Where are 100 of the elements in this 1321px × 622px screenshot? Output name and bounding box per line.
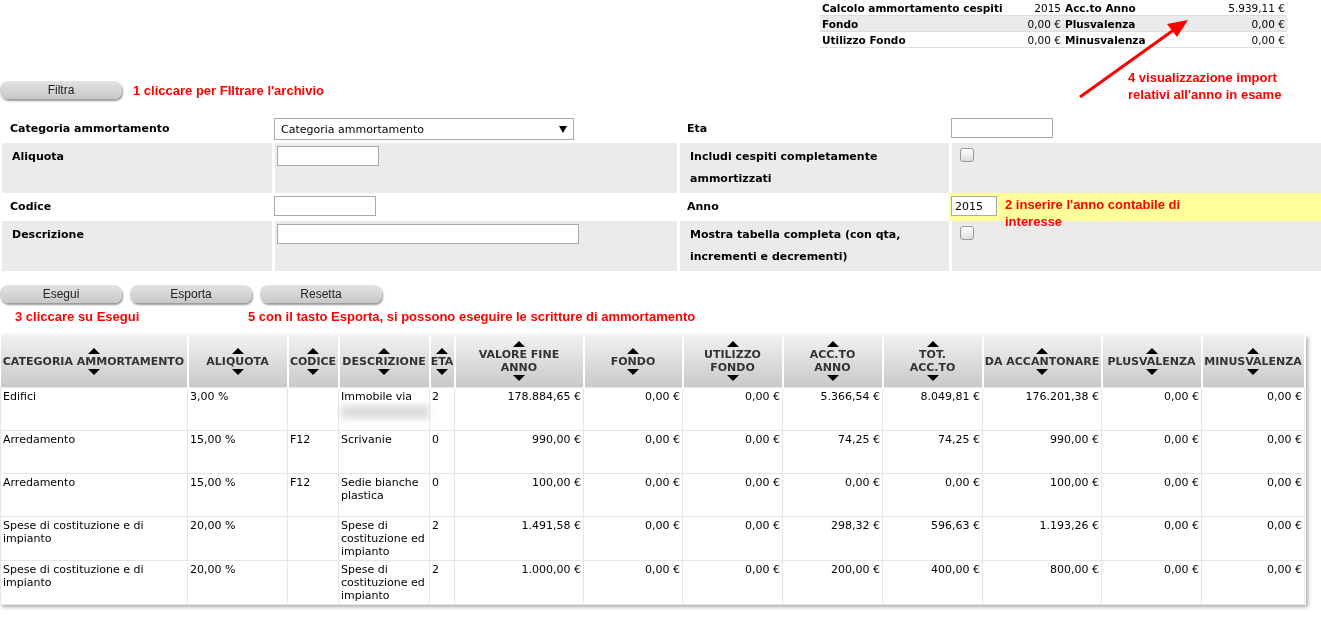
table-cell: 0,00 € (645, 433, 680, 446)
summary-value: 0,00 € (1025, 31, 1063, 48)
table-cell: 0,00 € (745, 433, 780, 446)
table-cell: 0,00 € (1267, 433, 1302, 446)
table-cell: 100,00 € (1050, 476, 1099, 489)
table-cell: 3,00 % (190, 390, 229, 403)
sort-up-icon[interactable] (87, 347, 100, 354)
table-cell: 0,00 € (1267, 476, 1302, 489)
sort-up-icon[interactable] (231, 347, 244, 354)
table-cell: 20,00 % (190, 519, 236, 532)
table-cell: 0,00 € (1267, 519, 1302, 532)
table-cell: 5.366,54 € (820, 390, 880, 403)
input-field[interactable] (277, 224, 579, 244)
table-cell: 15,00 % (190, 476, 236, 489)
field-label: Includi cespiti completamente ammortizzati (690, 149, 879, 187)
table-cell: 0,00 € (645, 390, 680, 403)
table-cell: 176.201,38 € (1025, 390, 1099, 403)
sort-up-icon[interactable] (826, 341, 839, 347)
input-field[interactable]: 2015 (951, 196, 997, 216)
sort-down-icon[interactable] (826, 375, 839, 381)
table-cell: 0 (432, 433, 439, 446)
field-label: Codice (10, 199, 53, 215)
table-cell: 0,00 € (1164, 390, 1199, 403)
sort-up-icon[interactable] (627, 347, 639, 354)
sort-down-icon[interactable] (87, 368, 100, 375)
sort-up-icon[interactable] (926, 341, 939, 347)
sort-down-icon[interactable] (1036, 368, 1048, 375)
table-cell: F12 (290, 476, 311, 489)
table-cell: 0,00 € (1267, 563, 1302, 576)
table-cell: 8.049,81 € (920, 390, 980, 403)
table-cell: Edifici (3, 390, 37, 403)
table-cell: 0,00 € (745, 476, 780, 489)
table-cell: 200,00 € (831, 563, 880, 576)
table-cell: 2 (432, 390, 439, 403)
table-cell: 0,00 € (745, 519, 780, 532)
field-label: Aliquota (12, 149, 65, 165)
sort-down-icon[interactable] (627, 368, 639, 375)
table-cell: 298,32 € (831, 519, 880, 532)
input-field[interactable] (951, 118, 1053, 138)
table-cell: 2 (432, 519, 439, 532)
table-cell: Spese di costituzione e di impianto (3, 519, 144, 545)
table-cell: 0,00 € (645, 519, 680, 532)
checkbox[interactable] (960, 226, 974, 240)
category-select[interactable]: Categoria ammortamento (274, 118, 574, 140)
summary-label: Acc.to Anno (1063, 0, 1165, 16)
sort-up-icon[interactable] (378, 347, 390, 354)
sort-down-icon[interactable] (378, 368, 390, 375)
sort-down-icon[interactable] (231, 368, 244, 375)
input-field[interactable] (274, 196, 376, 216)
table-cell: 0 (432, 476, 439, 489)
table-cell: 0,00 € (745, 563, 780, 576)
sort-down-icon[interactable] (1145, 368, 1158, 375)
table-cell: 1.000,00 € (521, 563, 581, 576)
summary-value: 5.939,11 € (1165, 0, 1287, 16)
table-cell: F12 (290, 433, 311, 446)
sort-up-icon[interactable] (1036, 347, 1048, 354)
table-cell: 800,00 € (1050, 563, 1099, 576)
summary-label: Minusvalenza (1063, 31, 1165, 48)
field-label: Descrizione (12, 227, 85, 243)
sort-up-icon[interactable] (307, 347, 319, 354)
sort-up-icon[interactable] (513, 341, 525, 347)
sort-down-icon[interactable] (926, 375, 939, 381)
table-cell: 0,00 € (745, 390, 780, 403)
sort-up-icon[interactable] (726, 341, 739, 347)
field-label: Categoria ammortamento (10, 121, 171, 137)
table-cell: 74,25 € (838, 433, 880, 446)
checkbox[interactable] (960, 148, 974, 162)
table-cell: 990,00 € (1050, 433, 1099, 446)
table-cell: 0,00 € (645, 476, 680, 489)
annotation-note: 1 cliccare per FIltrare l'archivio (133, 82, 324, 98)
table-cell: Spese di costituzione e di impianto (3, 563, 144, 589)
table-cell: 0,00 € (845, 476, 880, 489)
action-button[interactable]: Esegui (0, 285, 122, 303)
filter-button[interactable]: Filtra (0, 81, 122, 99)
sort-up-icon[interactable] (436, 347, 448, 354)
field-label: Mostra tabella completa (con qta, incrementi e decrementi) (690, 227, 902, 265)
sort-down-icon[interactable] (436, 368, 448, 375)
annotation-note: 2 inserire l'anno contabile di interesse (1005, 196, 1182, 230)
annotation-note: 3 cliccare su Esegui (15, 309, 140, 324)
summary-label: Calcolo ammortamento cespiti (820, 0, 1025, 16)
column-header[interactable]: ALIQUOTA (206, 354, 269, 368)
table-cell: 15,00 % (190, 433, 236, 446)
table-cell: Scrivanie (341, 433, 392, 446)
action-button[interactable]: Esporta (130, 285, 252, 303)
sort-up-icon[interactable] (1247, 347, 1259, 354)
input-field[interactable] (277, 146, 379, 166)
column-header[interactable]: FONDO (610, 354, 656, 368)
sort-down-icon[interactable] (1247, 368, 1259, 375)
action-button[interactable]: Resetta (260, 285, 382, 303)
annotation-note: 5 con il tasto Esporta, si possono eseguire le scritture di ammortamento (248, 309, 696, 324)
sort-down-icon[interactable] (726, 375, 739, 381)
sort-down-icon[interactable] (513, 375, 525, 381)
table-cell: 1.491,58 € (521, 519, 581, 532)
table-cell: 100,00 € (532, 476, 581, 489)
sort-up-icon[interactable] (1145, 347, 1158, 354)
table-cell: Sedie bianche plastica (341, 476, 419, 502)
table-cell: 0,00 € (1164, 563, 1199, 576)
sort-down-icon[interactable] (307, 368, 319, 375)
summary-label: Utilizzo Fondo (820, 31, 1025, 48)
table-cell: 0,00 € (1164, 476, 1199, 489)
